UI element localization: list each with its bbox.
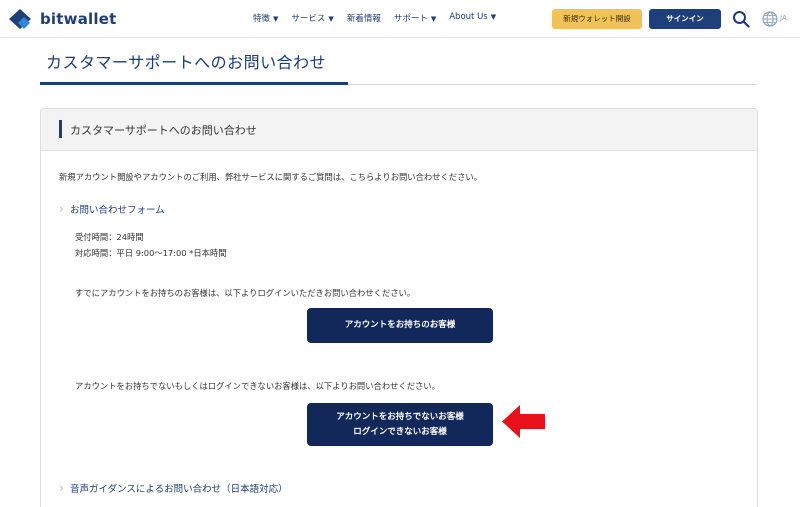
contact-form-link-label: お問い合わせフォーム	[69, 205, 165, 216]
nav-item-features[interactable]: 特徴 ▼	[253, 12, 278, 24]
main-nav: 特徴 ▼ サービス ▼ 新着情報 サポート ▼ About Us ▼	[253, 12, 509, 24]
nav-item-services[interactable]: サービス ▼	[291, 12, 333, 24]
no-account-instruction: アカウントをお持ちでないもしくはログインできないお客様は、以下よりお問い合わせく…	[75, 381, 440, 391]
card-header-title: カスタマーサポートへのお問い合わせ	[70, 124, 257, 137]
account-holder-instruction: すでにアカウントをお持ちのお客様は、以下よりログインいただきお問い合わせください…	[75, 288, 416, 298]
chevron-right-icon: ›	[59, 202, 64, 216]
nav-item-news[interactable]: 新着情報	[347, 12, 381, 24]
brand-name: bitwallet	[40, 10, 117, 28]
chevron-down-icon: ▼	[273, 15, 279, 23]
no-account-button[interactable]: アカウントをお持ちでないお客様 ログインできないお客様	[307, 403, 493, 446]
card-header-accent-bar	[59, 120, 62, 138]
support-hours: 対応時間：平日 9:00～17:00 *日本時間	[75, 248, 227, 258]
chevron-down-icon: ▼	[328, 15, 334, 23]
account-holder-button-label: アカウントをお持ちのお客様	[344, 320, 456, 330]
red-arrow-annotation-icon	[502, 405, 545, 438]
no-account-button-line1: アカウントをお持ちでないお客様	[336, 411, 464, 422]
brand-logo[interactable]: bitwallet	[9, 8, 116, 30]
nav-item-about[interactable]: About Us ▼	[449, 12, 496, 24]
signin-button[interactable]: サインイン	[649, 9, 721, 29]
intro-text: 新規アカウント開設やアカウントのご利用、弊社サービスに関するご質問は、こちらより…	[59, 172, 482, 182]
page-title: カスタマーサポートへのお問い合わせ	[46, 53, 327, 72]
account-holder-button[interactable]: アカウントをお持ちのお客様	[307, 308, 493, 343]
reception-hours: 受付時間：24時間	[75, 232, 144, 242]
voice-guidance-link[interactable]: › 音声ガイダンスによるお問い合わせ（日本語対応）	[59, 481, 288, 495]
nav-item-support[interactable]: サポート ▼	[394, 12, 436, 24]
contact-card: カスタマーサポートへのお問い合わせ 新規アカウント開設やアカウントのご利用、弊社…	[40, 108, 758, 507]
language-label[interactable]: JA	[780, 14, 787, 22]
card-header: カスタマーサポートへのお問い合わせ	[41, 109, 757, 151]
site-header: bitwallet 特徴 ▼ サービス ▼ 新着情報 サポート ▼ About Us ▼…	[0, 0, 800, 38]
search-icon[interactable]	[732, 10, 750, 28]
voice-guidance-link-label: 音声ガイダンスによるお問い合わせ（日本語対応）	[69, 484, 288, 495]
bitwallet-logo-icon	[9, 9, 31, 29]
globe-icon[interactable]	[762, 11, 778, 27]
chevron-down-icon: ▼	[430, 15, 437, 23]
contact-form-link[interactable]: › お問い合わせフォーム	[59, 202, 165, 216]
chevron-right-icon: ›	[59, 481, 64, 495]
no-account-button-line2: ログインできないお客様	[353, 426, 447, 437]
title-underline-accent	[40, 82, 348, 85]
chevron-down-icon: ▼	[490, 13, 497, 21]
open-new-wallet-button[interactable]: 新規ウォレット開設	[552, 9, 642, 29]
